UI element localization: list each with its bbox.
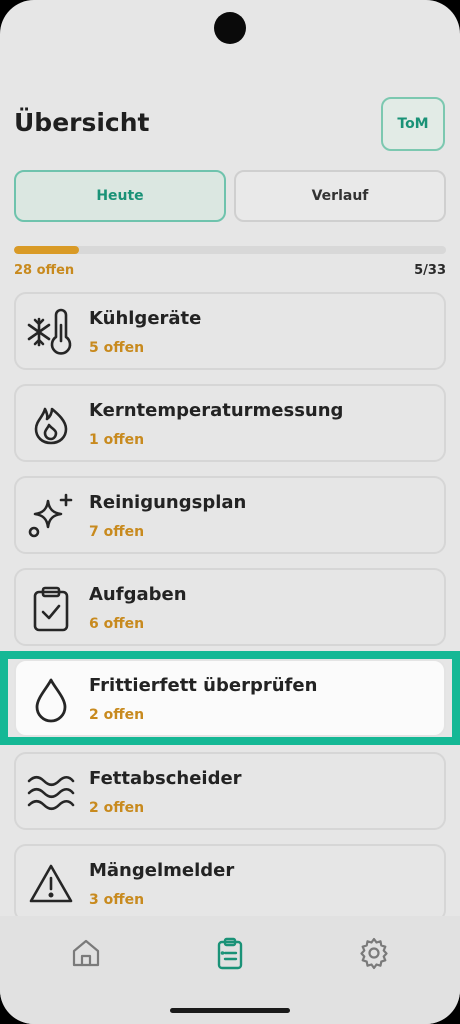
category-card-maengelmelder[interactable]: Mängelmelder 3 offen	[14, 844, 446, 922]
category-card-frittierfett[interactable]: Frittierfett überprüfen 2 offen	[14, 659, 446, 737]
category-open-count: 3 offen	[89, 892, 145, 908]
clipboard-icon[interactable]	[213, 936, 247, 970]
category-name: Reinigungsplan	[89, 492, 247, 513]
snowflake-thermometer-icon	[27, 308, 72, 355]
category-name: Kerntemperaturmessung	[89, 400, 344, 421]
category-open-count: 2 offen	[89, 707, 145, 723]
user-avatar-button[interactable]: ToM	[381, 97, 445, 151]
gear-icon[interactable]	[357, 936, 391, 970]
category-open-count: 7 offen	[89, 524, 145, 540]
warning-icon	[29, 864, 73, 903]
flame-icon	[34, 407, 68, 445]
category-card-kuehlgeraete[interactable]: Kühlgeräte 5 offen	[14, 292, 446, 370]
category-card-fettabscheider[interactable]: Fettabscheider 2 offen	[14, 752, 446, 830]
droplet-icon	[35, 678, 67, 723]
category-name: Aufgaben	[89, 584, 187, 605]
home-icon[interactable]	[69, 936, 103, 970]
category-name: Kühlgeräte	[89, 308, 202, 329]
waves-icon	[27, 775, 75, 811]
category-open-count: 2 offen	[89, 800, 145, 816]
category-open-count: 6 offen	[89, 616, 145, 632]
sparkle-icon	[28, 493, 73, 538]
category-name: Fettabscheider	[89, 768, 242, 789]
open-count-total: 28 offen	[14, 263, 75, 278]
category-name: Frittierfett überprüfen	[89, 675, 318, 696]
category-card-kerntemperaturmessung[interactable]: Kerntemperaturmessung 1 offen	[14, 384, 446, 462]
category-card-reinigungsplan[interactable]: Reinigungsplan 7 offen	[14, 476, 446, 554]
system-home-indicator[interactable]	[170, 1008, 290, 1013]
tab-today[interactable]: Heute	[14, 170, 226, 222]
progress-ratio: 5/33	[414, 263, 446, 278]
clipboard-check-icon	[33, 586, 69, 632]
tab-history[interactable]: Verlauf	[234, 170, 446, 222]
camera-cutout	[214, 12, 246, 44]
progress-bar-fill	[14, 246, 79, 254]
category-open-count: 5 offen	[89, 340, 145, 356]
category-name: Mängelmelder	[89, 860, 235, 881]
category-card-aufgaben[interactable]: Aufgaben 6 offen	[14, 568, 446, 646]
phone-screen: Übersicht ToM Heute Verlauf 28 offen 5/3…	[0, 0, 460, 1024]
category-open-count: 1 offen	[89, 432, 145, 448]
progress-bar	[14, 246, 446, 254]
page-title: Übersicht	[14, 108, 150, 137]
